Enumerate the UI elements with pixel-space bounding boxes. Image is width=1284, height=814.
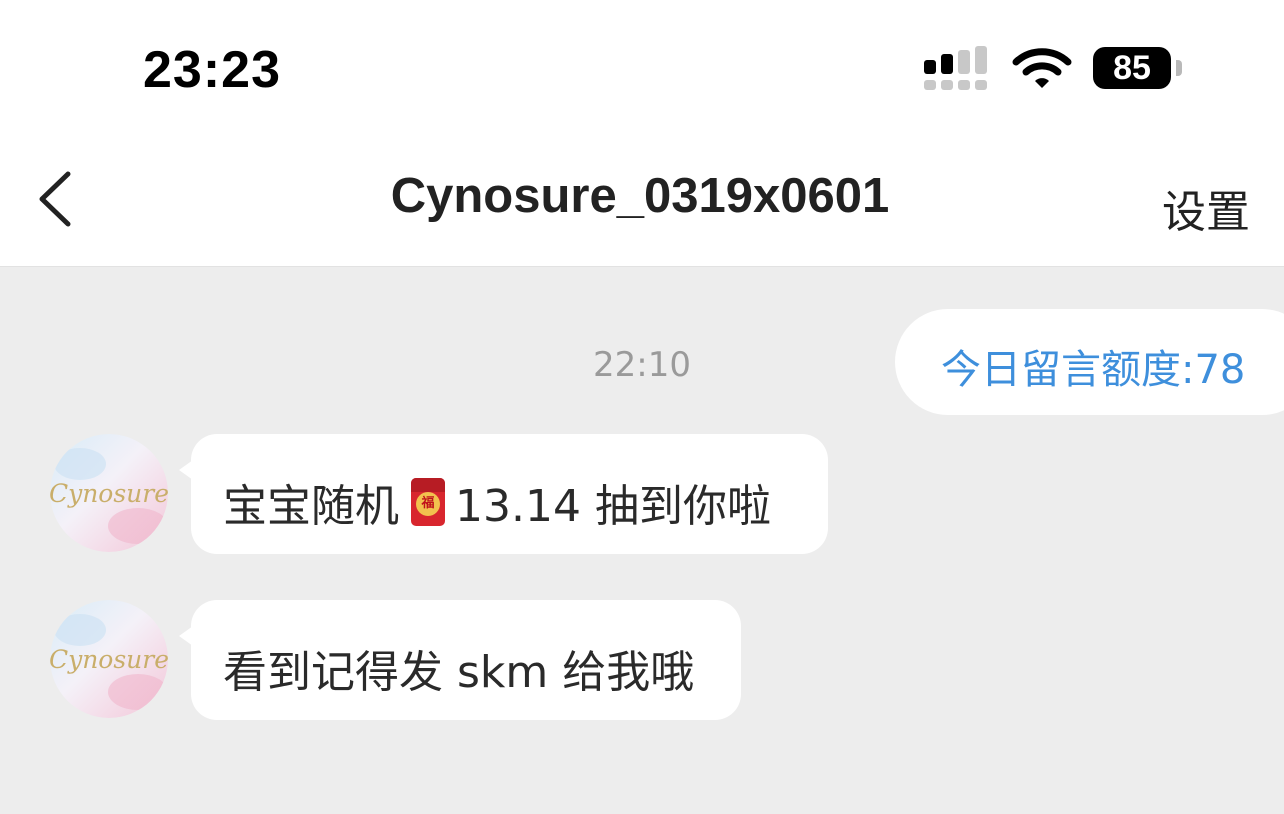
status-bar: 23:23 85 xyxy=(0,0,1284,130)
message-bubble[interactable]: 宝宝随机 福 13.14 抽到你啦 xyxy=(179,434,828,554)
battery-cap xyxy=(1176,60,1182,76)
battery-icon: 85 xyxy=(1093,47,1171,89)
svg-text:Cynosure: Cynosure xyxy=(50,645,168,674)
quota-message-text: 今日留言额度:78 xyxy=(941,347,1246,393)
message-text: 看到记得发 skm 给我哦 xyxy=(223,647,695,698)
red-envelope-icon: 福 xyxy=(411,478,445,526)
message-bubble[interactable]: 看到记得发 skm 给我哦 xyxy=(179,600,741,720)
message-timestamp: 22:10 xyxy=(593,345,691,385)
chevron-left-icon[interactable] xyxy=(30,168,80,230)
page-title: Cynosure_0319x0601 xyxy=(390,169,890,223)
avatar[interactable]: Cynosure xyxy=(50,600,168,718)
settings-button[interactable]: 设置 xyxy=(1162,176,1250,240)
message-text-part: 宝宝随机 xyxy=(223,481,399,532)
avatar[interactable]: Cynosure xyxy=(50,434,168,552)
quota-message-bubble[interactable]: 今日留言额度:78 xyxy=(895,309,1284,415)
chat-area[interactable]: 今日留言额度:78 22:10 Cynosure 宝宝随机 福 13.14 抽到… xyxy=(0,267,1284,814)
message-text: 宝宝随机 福 13.14 抽到你啦 xyxy=(223,470,771,534)
navigation-bar: Cynosure_0319x0601 设置 xyxy=(0,130,1284,267)
signal-icon xyxy=(924,46,994,92)
red-envelope-seal: 福 xyxy=(416,492,440,516)
wifi-icon xyxy=(1012,48,1072,88)
svg-text:Cynosure: Cynosure xyxy=(50,479,168,508)
status-time: 23:23 xyxy=(143,41,281,99)
message-text-part: 13.14 抽到你啦 xyxy=(455,481,771,532)
